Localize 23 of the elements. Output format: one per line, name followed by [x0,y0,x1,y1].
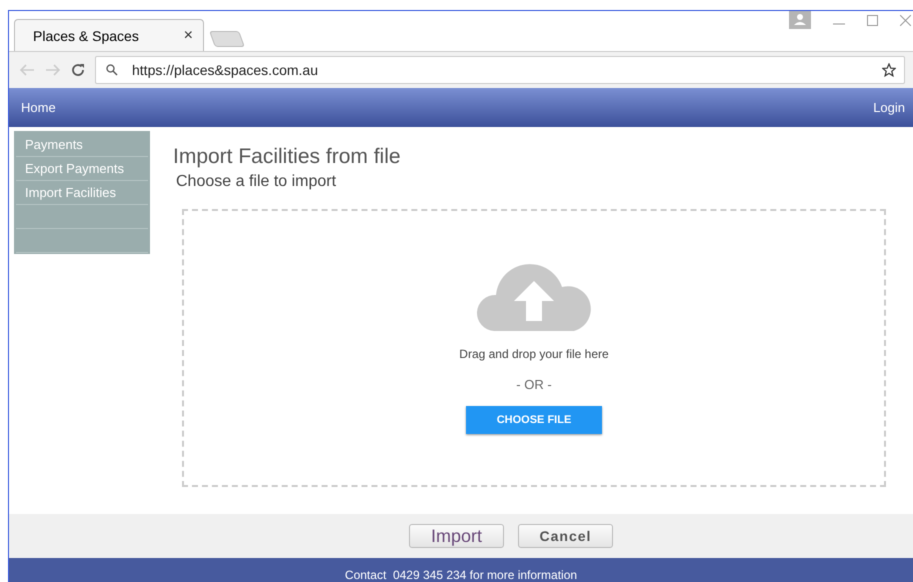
page-subtitle: Choose a file to import [176,173,338,191]
forward-icon[interactable] [45,63,61,77]
cancel-button[interactable]: Cancel [518,524,613,548]
browser-tab[interactable]: Places & Spaces × [14,19,204,51]
user-icon[interactable] [789,11,811,29]
new-tab-button[interactable] [209,31,245,47]
login-link[interactable]: Login [873,100,905,115]
cloud-upload-icon [474,263,594,333]
close-tab-button[interactable]: × [184,26,193,44]
home-link[interactable]: Home [21,100,56,115]
reload-icon[interactable] [71,63,85,77]
import-button[interactable]: Import [409,524,504,548]
maximize-icon[interactable] [867,15,878,26]
or-separator: - OR - [516,377,552,392]
drop-zone[interactable]: Drag and drop your file here - OR - CHOOSE FILE [182,209,886,487]
footer-text: Contact 0429 345 234 for more information [344,568,578,582]
drop-instruction: Drag and drop your file here [459,347,609,361]
close-icon[interactable] [900,15,911,26]
search-icon [106,64,118,76]
back-icon[interactable] [19,63,35,77]
page-title: Import Facilities from file [173,145,402,169]
star-icon[interactable] [882,63,896,77]
address-bar[interactable]: https://places&spaces.com.au [95,56,905,84]
